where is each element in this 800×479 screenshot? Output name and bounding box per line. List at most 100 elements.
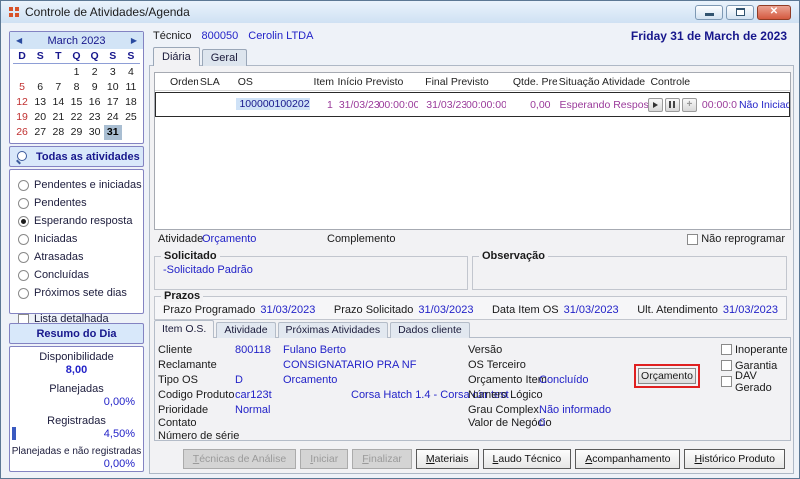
filter-label: Próximos sete dias [34, 287, 127, 299]
calendar-day[interactable]: 28 [49, 125, 67, 140]
calendar-day[interactable]: 8 [67, 80, 85, 95]
calendar-day[interactable]: 3 [104, 65, 122, 80]
col-controle: Controle [650, 75, 691, 88]
pause-button[interactable] [664, 97, 680, 112]
radio-icon [18, 269, 29, 281]
filter-esperando-resposta[interactable]: Esperando resposta [18, 212, 143, 230]
calendar-day[interactable] [31, 65, 49, 80]
calendar-day[interactable]: 26 [13, 125, 31, 140]
filters-header: Todas as atividades [9, 146, 144, 167]
window-controls: ✕ [695, 4, 799, 20]
filter-label: Pendentes [34, 197, 87, 209]
calendar-day[interactable]: 13 [31, 95, 49, 110]
atividade-row: Atividade Orçamento Complemento Não repr… [154, 233, 787, 248]
ult-atendimento-value: 31/03/2023 [722, 304, 778, 316]
tab-geral[interactable]: Geral [201, 49, 247, 66]
play-button[interactable] [647, 97, 663, 112]
row-os-value[interactable]: 100000100202 [236, 98, 310, 110]
activity-row[interactable]: 100000100202 1 31/03/23 00:00:00 31/03/2… [155, 92, 790, 117]
materiais-button[interactable]: Materiais [415, 449, 479, 469]
footer-buttons: Técnicas de Análise Iniciar Finalizar Ma… [150, 449, 785, 469]
field-row: Codigo Produto car123t Corsa Hatch 1.4 -… [155, 389, 790, 402]
laudo-tecnico-button[interactable]: Laudo Técnico [482, 449, 572, 469]
calendar-day[interactable]: 9 [86, 80, 104, 95]
row-item-value: 1 [326, 98, 333, 111]
calendar-day[interactable]: 20 [31, 110, 49, 125]
dav-gerado-checkbox[interactable]: DAV Gerado [721, 370, 790, 394]
calendar-day[interactable]: 30 [86, 125, 104, 140]
app-window: Controle de Atividades/Agenda ✕ ◀ March … [0, 0, 800, 479]
accel: H [694, 453, 703, 465]
controle-time: 00:00:00 [701, 98, 737, 111]
registradas-progress-bar [12, 427, 16, 440]
add-time-button[interactable]: + [681, 97, 697, 112]
calendar-day[interactable]: 4 [122, 65, 140, 80]
observacao-title: Observação [479, 250, 548, 262]
calendar-day[interactable]: 24 [104, 110, 122, 125]
prazo-solicitado-value: 31/03/2023 [418, 304, 474, 316]
acompanhamento-button[interactable]: Acompanhamento [575, 449, 681, 469]
calendar-next-icon[interactable]: ▶ [131, 36, 137, 45]
col-situacao-atividade: Situação Atividade [558, 75, 646, 88]
tab-atividade[interactable]: Atividade [216, 322, 276, 338]
calendar-day[interactable]: 27 [31, 125, 49, 140]
calendar-day[interactable]: 1 [67, 65, 85, 80]
filter-pendentes-iniciadas[interactable]: Pendentes e iniciadas [18, 176, 143, 194]
calendar-day[interactable]: 23 [86, 110, 104, 125]
label-rest: écnicas de Análise [199, 453, 287, 465]
calendar-day[interactable]: 7 [49, 80, 67, 95]
orcamento-button[interactable]: Orçamento [638, 368, 696, 384]
calendar-day[interactable]: 11 [122, 80, 140, 95]
filter-concluidas[interactable]: Concluídas [18, 266, 143, 284]
finalizar-button[interactable]: Finalizar [352, 449, 412, 469]
calendar-day[interactable]: 5 [13, 80, 31, 95]
calendar-day[interactable]: 2 [86, 65, 104, 80]
tab-item-os[interactable]: Item O.S. [154, 320, 215, 338]
filter-atrasadas[interactable]: Atrasadas [18, 248, 143, 266]
calendar-day[interactable]: 10 [104, 80, 122, 95]
inicio-date: 31/03/23 [338, 98, 379, 111]
prazo-programado-value: 31/03/2023 [260, 304, 316, 316]
close-button[interactable]: ✕ [757, 4, 791, 20]
calendar-day[interactable] [49, 65, 67, 80]
calendar-day-selected[interactable]: 31 [103, 125, 122, 140]
tecnico-code: 800050 [201, 30, 239, 42]
registradas-value: 4,50% [103, 428, 135, 440]
calendar-day[interactable] [122, 125, 140, 140]
calendar-day[interactable]: 15 [67, 95, 85, 110]
iniciar-button[interactable]: Iniciar [300, 449, 349, 469]
calendar-day[interactable]: 22 [67, 110, 85, 125]
filter-proximos-sete-dias[interactable]: Próximos sete dias [18, 284, 143, 302]
row-inicio-previsto: 31/03/23 00:00:00 [336, 99, 423, 111]
maximize-button[interactable] [726, 4, 754, 20]
calendar-day[interactable]: 21 [49, 110, 67, 125]
calendar-day[interactable]: 6 [31, 80, 49, 95]
atividade-label: Atividade [158, 233, 204, 245]
tecnicas-analise-button[interactable]: Técnicas de Análise [182, 449, 297, 469]
calendar-day[interactable]: 29 [67, 125, 85, 140]
filter-iniciadas[interactable]: Iniciadas [18, 230, 143, 248]
calendar-day[interactable]: 14 [49, 95, 67, 110]
tab-proximas-atividades[interactable]: Próximas Atividades [277, 322, 389, 338]
calendar-day[interactable]: 19 [13, 110, 31, 125]
historico-produto-button[interactable]: Histórico Produto [684, 449, 785, 469]
tab-diaria[interactable]: Diária [153, 47, 200, 66]
calendar-day[interactable]: 25 [122, 110, 140, 125]
minimize-button[interactable] [695, 4, 723, 20]
calendar-day[interactable] [13, 65, 31, 80]
calendar-day[interactable]: 12 [13, 95, 31, 110]
calendar-day[interactable]: 18 [122, 95, 140, 110]
nao-reprogramar-checkbox[interactable]: Não reprogramar [687, 233, 785, 245]
codigo-produto-code: car123t [235, 389, 272, 401]
calendar-day[interactable]: 17 [104, 95, 122, 110]
orcamento-highlight-box: Orçamento [634, 364, 700, 388]
calendar-day[interactable]: 16 [86, 95, 104, 110]
activity-filters: Pendentes e iniciadas Pendentes Esperand… [9, 169, 144, 325]
tab-dados-cliente[interactable]: Dados cliente [390, 322, 470, 338]
radio-icon [18, 215, 29, 227]
prazos-groupbox: Prazos Prazo Programado 31/03/2023 Prazo … [154, 290, 787, 320]
filter-pendentes[interactable]: Pendentes [18, 194, 143, 212]
data-item-os-value: 31/03/2023 [563, 304, 619, 316]
disponibilidade-label: Disponibilidade [39, 351, 114, 363]
inoperante-checkbox[interactable]: Inoperante [721, 343, 788, 356]
